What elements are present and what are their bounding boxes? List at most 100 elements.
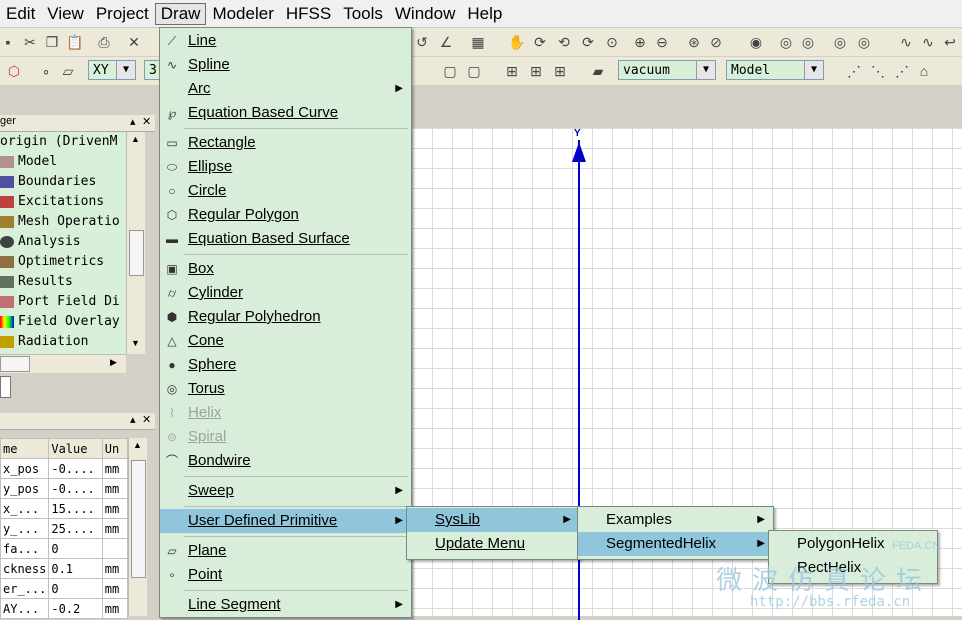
scroll-up-icon[interactable]: ▲: [133, 440, 142, 450]
axis-icon[interactable]: ⋰: [846, 63, 862, 79]
menu-item-torus[interactable]: ◎ Torus: [160, 377, 411, 401]
show-icon[interactable]: ◎: [800, 34, 816, 50]
draw-spline-icon[interactable]: ∿: [920, 34, 936, 50]
orbit-icon[interactable]: ⟳: [532, 34, 548, 50]
scroll-thumb[interactable]: [131, 460, 146, 578]
menu-item-bondwire[interactable]: ⌒ Bondwire: [160, 449, 411, 473]
zoom-info-icon[interactable]: ⊙: [604, 34, 620, 50]
pan-icon[interactable]: ✋: [508, 34, 525, 50]
menu-item-plane[interactable]: ▱ Plane: [160, 539, 411, 563]
cut-icon[interactable]: ✂: [22, 34, 38, 50]
tree-item-mesh[interactable]: Mesh Operatio: [0, 212, 126, 232]
menu-item-point[interactable]: ∘ Point: [160, 563, 411, 587]
tree-item-model[interactable]: Model: [0, 152, 126, 172]
table-row[interactable]: ckness 0.1 mm: [0, 558, 129, 579]
view-select[interactable]: 3: [144, 60, 160, 80]
tree-item-boundaries[interactable]: Boundaries: [0, 172, 126, 192]
menu-item-sphere[interactable]: ● Sphere: [160, 353, 411, 377]
menu-item-spline[interactable]: ∿ Spline: [160, 53, 411, 77]
scroll-down-icon[interactable]: ▼: [131, 338, 140, 348]
tree-item-analysis[interactable]: Analysis: [0, 232, 126, 252]
menu-item-line-segment[interactable]: Line Segment ▶: [160, 593, 411, 617]
menu-window[interactable]: Window: [389, 3, 461, 25]
hide-icon[interactable]: ◎: [778, 34, 794, 50]
close-icon[interactable]: ✕: [142, 115, 151, 128]
menu-item-ellipse[interactable]: ⬭ Ellipse: [160, 155, 411, 179]
draw-arc-icon[interactable]: ↩: [942, 34, 958, 50]
menu-item-syslib[interactable]: SysLib ▶: [407, 508, 579, 532]
point-snap-icon[interactable]: ∘: [38, 63, 54, 79]
menu-edit[interactable]: Edit: [0, 3, 41, 25]
menu-item-circle[interactable]: ○ Circle: [160, 179, 411, 203]
grid2-icon[interactable]: ▢: [466, 63, 482, 79]
menu-view[interactable]: View: [41, 3, 90, 25]
pin-icon[interactable]: ▴: [130, 413, 136, 426]
orbit2-icon[interactable]: ⟲: [556, 34, 572, 50]
fit-selected-icon[interactable]: ⊘: [708, 34, 724, 50]
delete-icon[interactable]: ✕: [126, 34, 142, 50]
menu-item-rectangle[interactable]: ▭ Rectangle: [160, 131, 411, 155]
model-select[interactable]: Model ▼: [726, 60, 824, 80]
material-icon[interactable]: ▰: [590, 63, 606, 79]
coordinate-icon[interactable]: ⌂: [916, 63, 932, 79]
object-icon[interactable]: ⬡: [6, 63, 22, 79]
axis3-icon[interactable]: ⋰: [894, 63, 910, 79]
project-tab[interactable]: [0, 376, 11, 398]
paste-icon[interactable]: 📋: [66, 34, 83, 50]
show2-icon[interactable]: ◎: [856, 34, 872, 50]
zoom-out-icon[interactable]: ⊖: [654, 34, 670, 50]
menu-project[interactable]: Project: [90, 3, 155, 25]
menu-item-cylinder[interactable]: ⌭ Cylinder: [160, 281, 411, 305]
table-row[interactable]: x_pos -0.... mm: [0, 458, 129, 479]
tree-item-radiation[interactable]: Radiation: [0, 332, 126, 352]
tree-item-optimetrics[interactable]: Optimetrics: [0, 252, 126, 272]
grid-icon[interactable]: ▢: [442, 63, 458, 79]
menu-item-regular-polygon[interactable]: ⬡ Regular Polygon: [160, 203, 411, 227]
tree-item-port-field[interactable]: Port Field Di: [0, 292, 126, 312]
tree-item-excitations[interactable]: Excitations: [0, 192, 126, 212]
eye-icon[interactable]: ◉: [748, 34, 764, 50]
rotate-icon[interactable]: ↺: [414, 34, 430, 50]
menu-item-sweep[interactable]: Sweep ▶: [160, 479, 411, 503]
menu-help[interactable]: Help: [461, 3, 508, 25]
menu-item-regular-polyhedron[interactable]: ⬢ Regular Polyhedron: [160, 305, 411, 329]
menu-item-line[interactable]: ⟋ Line: [160, 29, 411, 53]
properties-scrollbar[interactable]: ▲: [128, 438, 147, 616]
plane-snap-icon[interactable]: ▱: [60, 63, 76, 79]
save-icon[interactable]: ▪: [0, 34, 16, 50]
tree-horizontal-scrollbar[interactable]: ▶: [0, 354, 126, 373]
menu-item-update-menu[interactable]: Update Menu: [407, 532, 579, 556]
tree-item-origin[interactable]: origin (DrivenM: [0, 132, 126, 152]
table-row[interactable]: y_pos -0.... mm: [0, 478, 129, 499]
plane-select[interactable]: XY ▼: [88, 60, 136, 80]
tree-vertical-scrollbar[interactable]: ▲ ▼: [126, 132, 145, 354]
menu-item-box[interactable]: ▣ Box: [160, 257, 411, 281]
table-row[interactable]: x_... 15.... mm: [0, 498, 129, 519]
close-icon[interactable]: ✕: [142, 413, 151, 426]
menu-modeler[interactable]: Modeler: [206, 3, 279, 25]
table-row[interactable]: y_... 25.... mm: [0, 518, 129, 539]
scroll-thumb[interactable]: [129, 230, 144, 276]
plot-icon[interactable]: ∠: [438, 34, 454, 50]
menu-item-user-defined-primitive[interactable]: User Defined Primitive ▶: [160, 509, 411, 533]
tree-item-field-overlay[interactable]: Field Overlay: [0, 312, 126, 332]
tree-item-results[interactable]: Results: [0, 272, 126, 292]
scroll-right-icon[interactable]: ▶: [110, 357, 117, 368]
copy-icon[interactable]: ❐: [44, 34, 60, 50]
menu-item-equation-curve[interactable]: ℘ Equation Based Curve: [160, 101, 411, 125]
material-select[interactable]: vacuum ▼: [618, 60, 716, 80]
orbit3-icon[interactable]: ⟳: [580, 34, 596, 50]
menu-item-examples[interactable]: Examples ▶: [578, 508, 773, 532]
table-row[interactable]: fa... 0: [0, 538, 129, 559]
hide2-icon[interactable]: ◎: [832, 34, 848, 50]
align3-icon[interactable]: ⊞: [552, 63, 568, 79]
scroll-thumb[interactable]: [0, 356, 30, 372]
menu-item-equation-surface[interactable]: ▬ Equation Based Surface: [160, 227, 411, 251]
axis2-icon[interactable]: ⋱: [870, 63, 886, 79]
fit-all-icon[interactable]: ⊛: [686, 34, 702, 50]
zoom-in-icon[interactable]: ⊕: [632, 34, 648, 50]
menu-hfss[interactable]: HFSS: [280, 3, 337, 25]
align-icon[interactable]: ⊞: [504, 63, 520, 79]
table-row[interactable]: er_... 0 mm: [0, 578, 129, 599]
align2-icon[interactable]: ⊞: [528, 63, 544, 79]
